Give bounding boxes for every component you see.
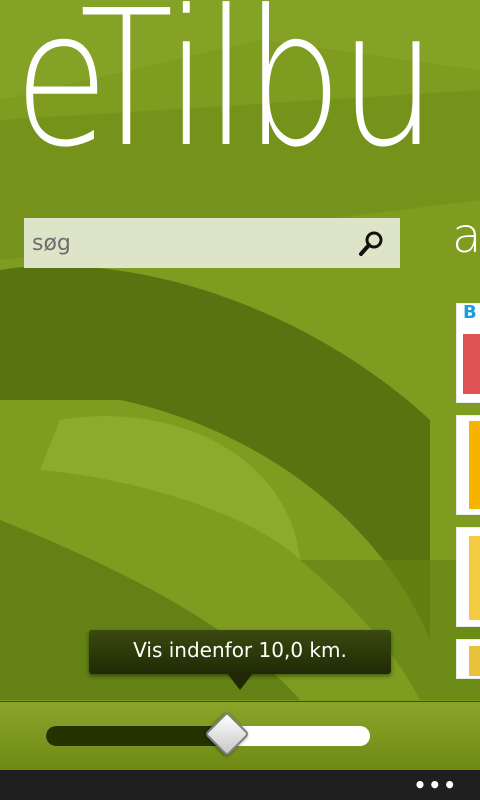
next-panel-header[interactable]: a [452,208,480,264]
catalog-thumbnail[interactable] [456,639,480,679]
thumbnail-art [463,334,480,394]
distance-slider-fill [46,726,227,746]
distance-tooltip: Vis indenfor 10,0 km. [89,630,391,674]
tooltip-arrow [226,672,254,690]
app-bar: ••• [0,770,480,800]
app-screen: eTilbu a B Vis indenfor 10,0 km. ••• [0,0,480,800]
search-input[interactable] [24,218,344,268]
thumbnail-art [469,421,480,509]
catalog-thumbnail[interactable] [456,527,480,627]
search-icon[interactable] [356,229,386,259]
search-box[interactable] [24,218,400,268]
app-title: eTilbu [14,0,437,189]
more-options-icon[interactable]: ••• [414,775,458,795]
thumbnail-label: B [463,303,477,323]
catalog-thumbnail[interactable]: B [456,303,480,403]
thumbnail-art [469,536,480,620]
catalog-thumbnail[interactable] [456,415,480,515]
thumbnail-art [469,646,480,676]
